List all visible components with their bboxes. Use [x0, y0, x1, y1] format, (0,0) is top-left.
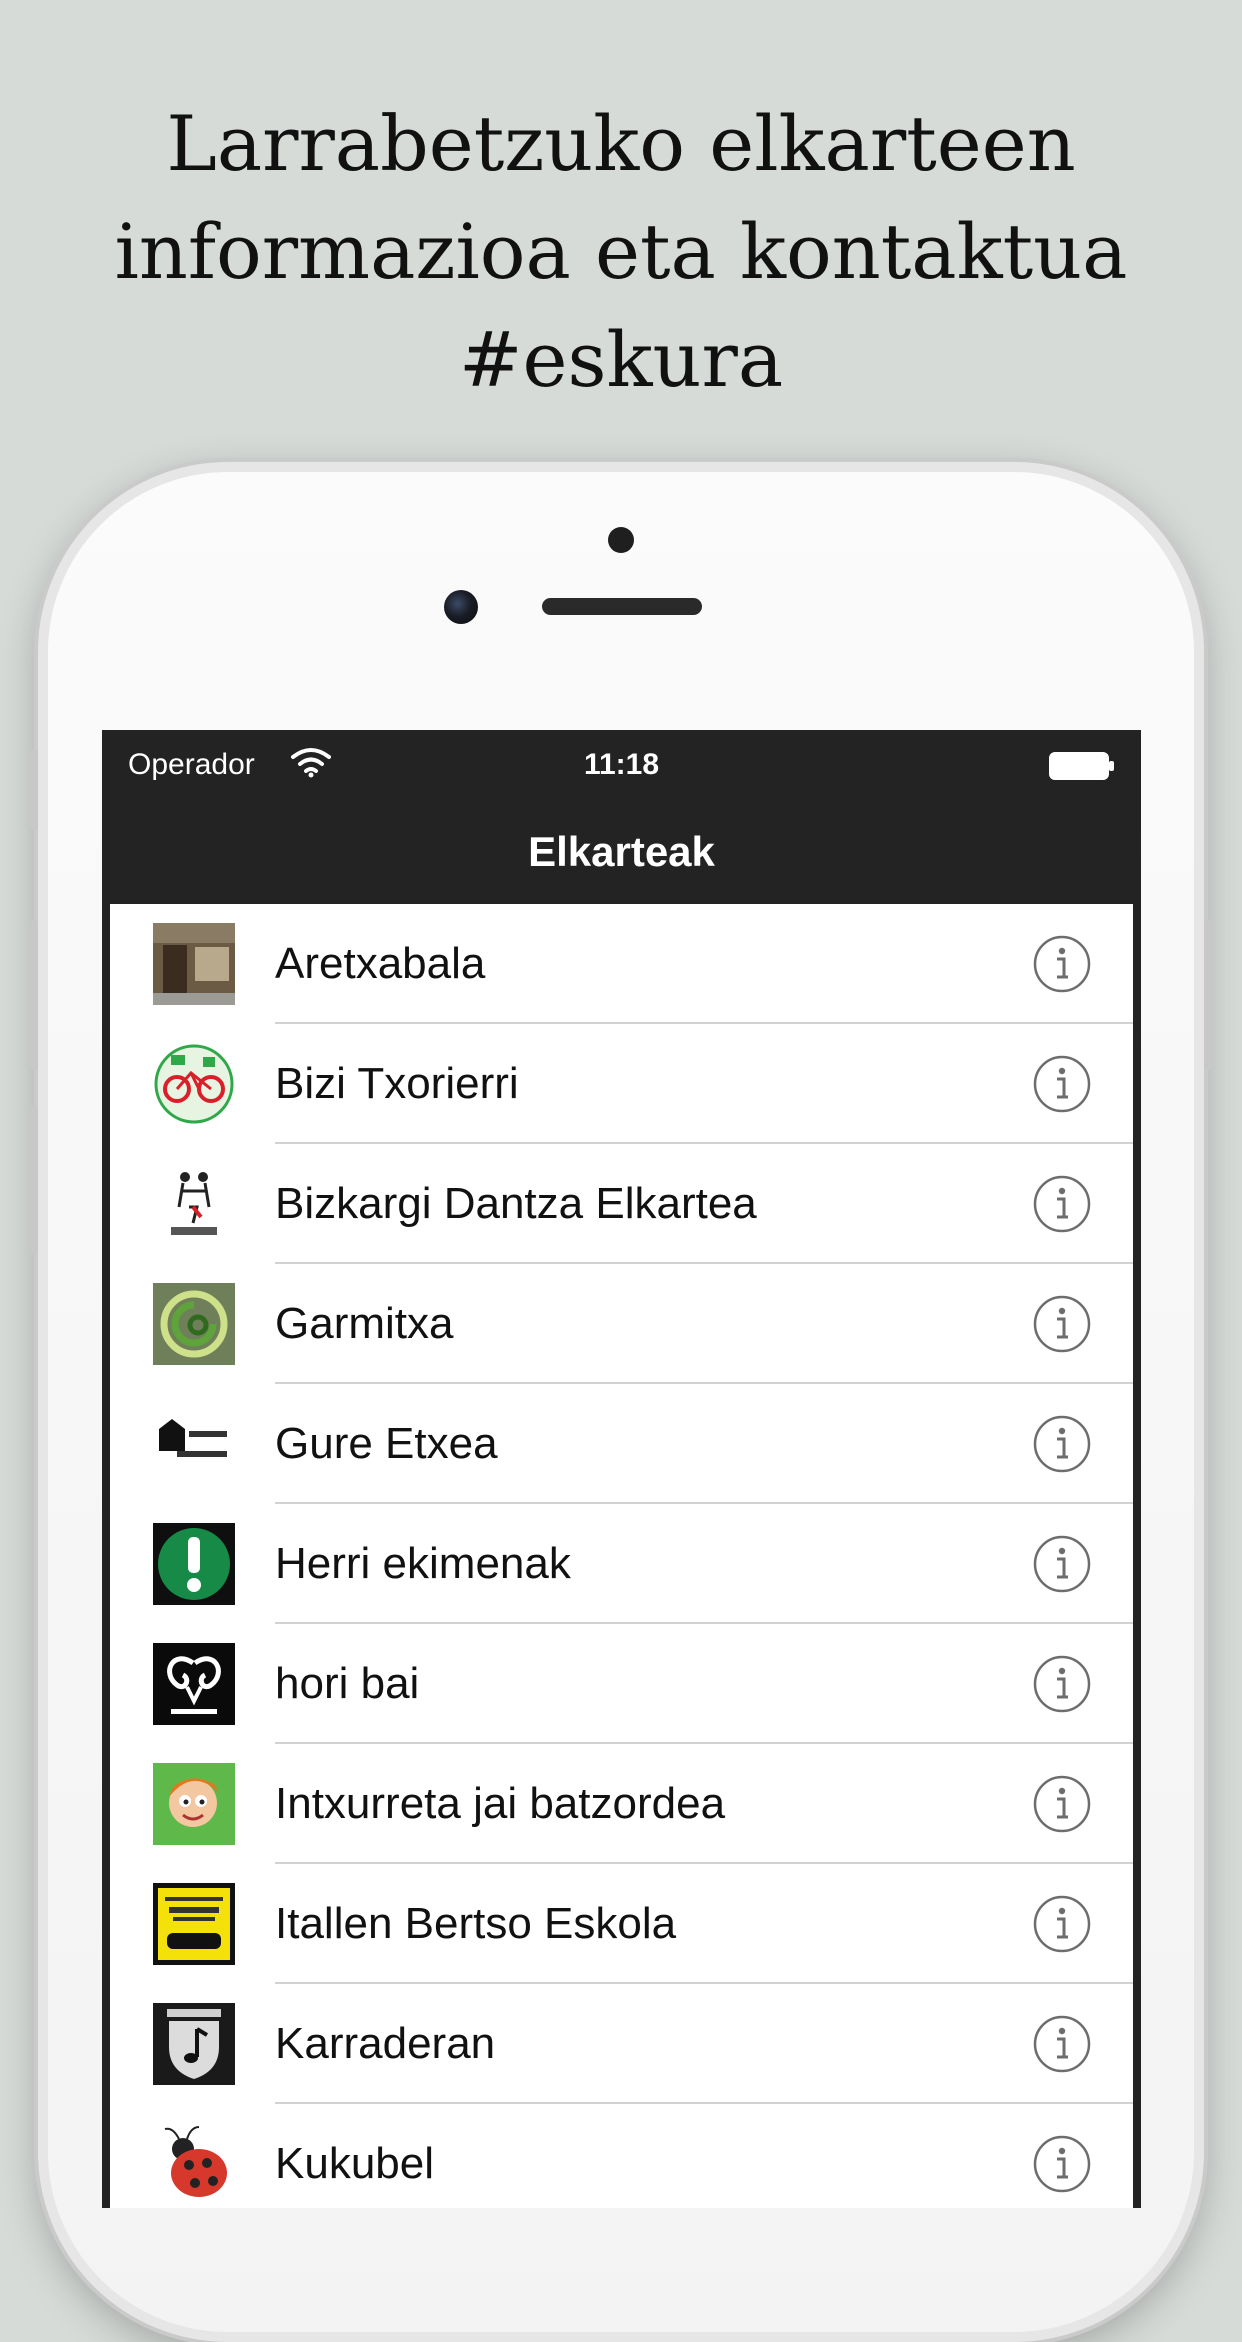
- association-list[interactable]: Aretxabala Bizi Txorierri Bizkargi Dantz…: [110, 904, 1133, 2208]
- list-item-label: Karraderan: [275, 2019, 496, 2068]
- phone-volume-down: [30, 1105, 38, 1255]
- list-item-kukubel[interactable]: Kukubel: [110, 2104, 1133, 2208]
- bicycle-logo-thumbnail: [153, 1043, 235, 1125]
- bertso-eskola-logo-thumbnail: [153, 1883, 235, 1965]
- green-spiral-logo-thumbnail: [153, 1283, 235, 1365]
- list-item-label: Bizkargi Dantza Elkartea: [275, 1179, 757, 1228]
- exclamation-logo-thumbnail: [153, 1523, 235, 1605]
- photo-storefront-thumbnail: [153, 923, 235, 1005]
- shield-note-logo-thumbnail: [153, 2003, 235, 2085]
- ladybug-logo-thumbnail: [153, 2123, 235, 2205]
- headline-line-3: #eskura: [458, 315, 784, 404]
- list-item-label: Itallen Bertso Eskola: [275, 1899, 677, 1948]
- gure-etxea-logo-thumbnail: [153, 1403, 235, 1485]
- battery-icon: [1049, 752, 1114, 780]
- dancer-logo-thumbnail: [153, 1163, 235, 1245]
- list-item-bizi-txorierri[interactable]: Bizi Txorierri: [110, 1024, 1133, 1144]
- proximity-sensor: [608, 527, 634, 553]
- info-icon[interactable]: [1033, 1055, 1091, 1113]
- list-item-label: Gure Etxea: [275, 1419, 498, 1468]
- info-icon[interactable]: [1033, 935, 1091, 993]
- info-icon[interactable]: [1033, 1775, 1091, 1833]
- headline-line-1: Larrabetzuko elkarteen: [166, 99, 1076, 188]
- info-icon[interactable]: [1033, 1295, 1091, 1353]
- list-item-label: hori bai: [275, 1659, 420, 1708]
- list-item-label: Aretxabala: [275, 939, 486, 988]
- list-item-label: Herri ekimenak: [275, 1539, 571, 1588]
- info-icon[interactable]: [1033, 2135, 1091, 2193]
- list-item-aretxabala[interactable]: Aretxabala: [110, 904, 1133, 1024]
- list-item-itallen-bertso-eskola[interactable]: Itallen Bertso Eskola: [110, 1864, 1133, 1984]
- info-icon[interactable]: [1033, 2015, 1091, 2073]
- phone-power-button: [1204, 920, 1212, 1070]
- list-item-label: Bizi Txorierri: [275, 1059, 519, 1108]
- info-icon[interactable]: [1033, 1175, 1091, 1233]
- cartoon-character-thumbnail: [153, 1763, 235, 1845]
- info-icon[interactable]: [1033, 1655, 1091, 1713]
- list-item-gure-etxea[interactable]: Gure Etxea: [110, 1384, 1133, 1504]
- list-item-bizkargi-dantza-elkartea[interactable]: Bizkargi Dantza Elkartea: [110, 1144, 1133, 1264]
- status-time: 11:18: [583, 748, 660, 781]
- info-icon[interactable]: [1033, 1415, 1091, 1473]
- navigation-bar: Elkarteak: [110, 800, 1133, 904]
- status-bar: Operador 11:18: [110, 730, 1133, 800]
- phone-screen: Operador 11:18 Elkarteak Aretxabala Bizi…: [102, 730, 1141, 2208]
- promo-headline: Larrabetzuko elkarteen informazioa eta k…: [60, 90, 1182, 414]
- front-camera: [444, 590, 478, 624]
- phone-silent-switch: [30, 750, 38, 830]
- phone-volume-up: [30, 920, 38, 1070]
- earpiece-speaker: [542, 598, 702, 615]
- nav-title: Elkarteak: [528, 828, 715, 875]
- list-item-label: Intxurreta jai batzordea: [275, 1779, 726, 1828]
- info-icon[interactable]: [1033, 1535, 1091, 1593]
- list-item-intxurreta-jai-batzordea[interactable]: Intxurreta jai batzordea: [110, 1744, 1133, 1864]
- list-item-garmitxa[interactable]: Garmitxa: [110, 1264, 1133, 1384]
- info-icon[interactable]: [1033, 1895, 1091, 1953]
- list-item-karraderan[interactable]: Karraderan: [110, 1984, 1133, 2104]
- list-item-hori-bai[interactable]: hori bai: [110, 1624, 1133, 1744]
- list-item-herri-ekimenak[interactable]: Herri ekimenak: [110, 1504, 1133, 1624]
- headline-line-2: informazioa eta kontaktua: [114, 207, 1128, 296]
- list-item-label: Garmitxa: [275, 1299, 454, 1348]
- ram-horns-logo-thumbnail: [153, 1643, 235, 1725]
- list-item-label: Kukubel: [275, 2139, 435, 2188]
